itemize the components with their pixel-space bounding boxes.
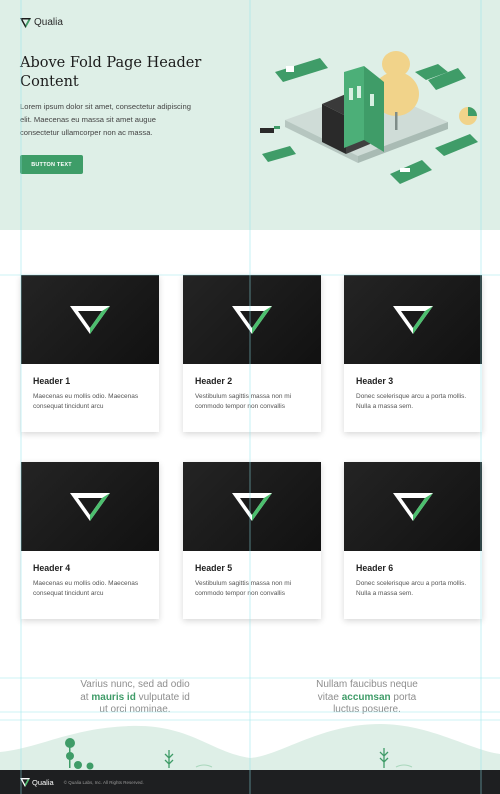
quote-text: at	[80, 691, 92, 703]
card-6[interactable]: Header 6 Donec scelerisque arcu a porta …	[344, 462, 482, 619]
card-4[interactable]: Header 4 Maecenas eu mollis odio. Maecen…	[21, 462, 159, 619]
hero-body-text: Lorem ipsum dolor sit amet, consectetur …	[20, 102, 191, 137]
footer-logo-text: Qualia	[32, 777, 54, 787]
qualia-logo-icon	[393, 305, 433, 334]
card-2[interactable]: Header 2 Vestibulum sagittis massa non m…	[183, 275, 321, 432]
card-text: Maecenas eu mollis odio. Maecenas conseq…	[33, 580, 139, 597]
logo-text: Qualia	[34, 17, 63, 28]
card-title: Header 5	[195, 563, 233, 573]
qualia-logo-icon	[20, 777, 30, 787]
qualia-logo-icon	[70, 492, 110, 521]
card-image	[344, 275, 482, 364]
card-image	[183, 275, 321, 364]
card-title: Header 4	[33, 563, 71, 573]
card-1[interactable]: Header 1 Maecenas eu mollis odio. Maecen…	[21, 275, 159, 432]
card-title: Header 6	[356, 563, 394, 573]
hero-title: Above Fold Page Header Content	[20, 55, 202, 90]
qualia-logo-icon	[393, 492, 433, 521]
card-image	[21, 275, 159, 364]
qualia-logo-icon	[232, 492, 272, 521]
qualia-logo-icon	[20, 17, 31, 28]
quote-line: at mauris id vulputate id	[60, 692, 210, 705]
quote-line: Varius nunc, sed ad odio	[80, 679, 190, 690]
quote-highlight: mauris id	[91, 691, 136, 703]
card-3[interactable]: Header 3 Donec scelerisque arcu a porta …	[344, 275, 482, 432]
footer-logo[interactable]: Qualia	[20, 777, 54, 787]
card-text: Maecenas eu mollis odio. Maecenas conseq…	[33, 393, 139, 410]
card-5[interactable]: Header 5 Vestibulum sagittis massa non m…	[183, 462, 321, 619]
card-image	[183, 462, 321, 551]
quote-highlight: accumsan	[341, 691, 391, 703]
footer: Qualia © Qualia Labs, Inc. All Rights Re…	[0, 770, 500, 794]
qualia-logo-icon	[70, 305, 110, 334]
card-title: Header 2	[195, 376, 233, 386]
hero-section: Qualia Above Fold Page Header Content Lo…	[0, 0, 500, 230]
quote-text: vitae	[317, 691, 342, 703]
hero-cta-button[interactable]: BUTTON TEXT	[20, 155, 83, 174]
hills-decoration	[0, 724, 500, 770]
card-title: Header 3	[356, 376, 394, 386]
card-text: Vestibulum sagittis massa non mi commodo…	[195, 580, 292, 597]
header-logo[interactable]: Qualia	[20, 17, 63, 28]
qualia-logo-icon	[232, 305, 272, 334]
card-title: Header 1	[33, 376, 71, 386]
quote-line: Nullam faucibus neque	[316, 679, 418, 690]
quote-text: vulputate id	[135, 691, 190, 703]
card-text: Donec scelerisque arcu a porta mollis. N…	[356, 580, 467, 597]
footer-copyright: © Qualia Labs, Inc. All Rights Reserved.	[63, 779, 144, 785]
quote-text: porta	[390, 691, 417, 703]
card-text: Vestibulum sagittis massa non mi commodo…	[195, 393, 292, 410]
quote-line: vitae accumsan porta	[292, 692, 442, 705]
card-image	[344, 462, 482, 551]
card-image	[21, 462, 159, 551]
isometric-illustration	[260, 51, 478, 184]
card-text: Donec scelerisque arcu a porta mollis. N…	[356, 393, 467, 410]
